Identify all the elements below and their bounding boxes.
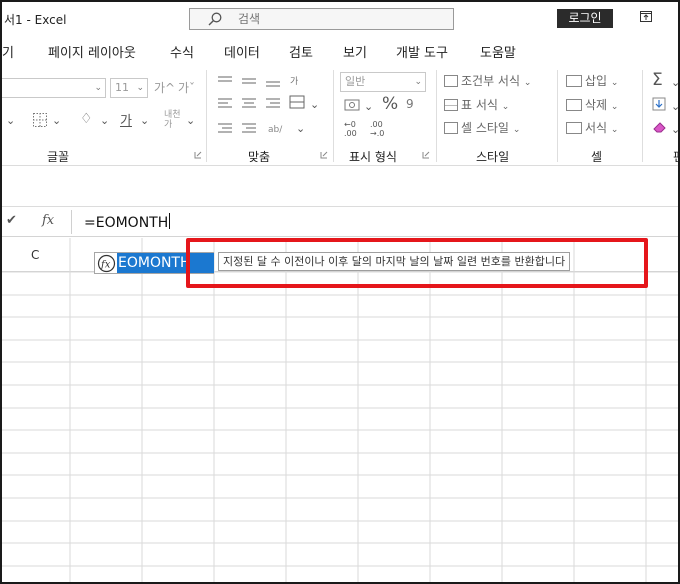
number-group-label: 표시 형식	[349, 150, 397, 164]
font-group-label: 글꼴	[47, 150, 70, 164]
fill-color-icon[interactable]: ♢	[80, 111, 93, 127]
dialog-launcher-icon[interactable]	[320, 151, 328, 159]
cell-styles-button[interactable]: 셀 스타일 ⌄	[444, 119, 520, 136]
format-label: 서식	[585, 121, 608, 135]
phonetic-guide-icon[interactable]: 내천 가	[164, 110, 181, 130]
format-as-table-button[interactable]: 표 서식 ⌄	[444, 96, 509, 113]
ribbon-tabs: 기 페이지 레이아웃 수식 데이터 검토 보기 개발 도구 도움말	[2, 34, 678, 64]
ribbon-divider	[333, 70, 334, 162]
ribbon-divider	[557, 70, 558, 162]
svg-text:가: 가	[290, 76, 298, 87]
insert-function-icon[interactable]: fx	[42, 213, 54, 228]
chevron-down-icon[interactable]: ⌄	[671, 123, 678, 136]
formula-input[interactable]: =EOMONTH	[84, 213, 171, 231]
number-format-dropdown[interactable]: 일반 ⌄	[340, 72, 426, 92]
red-highlight-box	[186, 238, 648, 288]
ribbon: ⌄ 11 ⌄ 가^ 가ˇ ⌄ ⌄ ♢ ⌄ 가 ⌄ 내천 가 ⌄ 글꼴 가 ab/…	[2, 64, 678, 166]
currency-format-icon[interactable]	[344, 98, 362, 112]
chevron-down-icon: ⌄	[94, 83, 102, 93]
format-cells-icon	[566, 122, 582, 134]
percent-icon[interactable]: %	[382, 94, 398, 114]
table-icon	[444, 99, 458, 111]
conditional-formatting-label: 조건부 서식	[461, 74, 521, 88]
text-caret	[169, 213, 171, 229]
ribbon-divider	[642, 70, 643, 162]
font-color-icon[interactable]: 가	[120, 110, 132, 129]
delete-cells-icon	[566, 99, 582, 111]
excel-window: 서1 - Excel 로그인 기 페이지 레이아웃 수식 데이터 검토 보기 개…	[0, 0, 680, 584]
chevron-down-icon[interactable]: ⌄	[52, 114, 61, 127]
tab-formulas[interactable]: 수식	[170, 42, 194, 61]
alignment-group-label: 맞춤	[248, 150, 271, 164]
chevron-down-icon[interactable]: ⌄	[140, 114, 149, 127]
insert-label: 삽입	[585, 74, 608, 88]
worksheet-grid[interactable]: C	[2, 238, 678, 582]
conditional-formatting-icon	[444, 75, 458, 87]
tab-review[interactable]: 검토	[289, 42, 313, 61]
increase-decimal-icon[interactable]: ←0.00	[344, 120, 357, 138]
grow-font-icon[interactable]: 가^	[154, 79, 175, 96]
chevron-down-icon[interactable]: ⌄	[186, 114, 195, 127]
chevron-down-icon: ⌄	[136, 83, 144, 93]
ribbon-divider	[206, 70, 207, 162]
dialog-launcher-icon[interactable]	[194, 151, 202, 159]
cells-group-label: 셀	[591, 150, 603, 164]
chevron-down-icon[interactable]: ⌄	[671, 100, 678, 113]
formula-bar: ✔ fx =EOMONTH	[2, 207, 678, 237]
shrink-font-icon[interactable]: 가ˇ	[178, 79, 195, 96]
insert-cells-icon	[566, 75, 582, 87]
dialog-launcher-icon[interactable]	[422, 151, 430, 159]
format-as-table-label: 표 서식	[461, 98, 498, 112]
window-title: 서1 - Excel	[4, 13, 67, 27]
cell-styles-label: 셀 스타일	[461, 121, 509, 135]
formula-bar-divider	[71, 210, 72, 234]
delete-cells-button[interactable]: 삭제 ⌄	[566, 96, 618, 113]
conditional-formatting-button[interactable]: 조건부 서식 ⌄	[444, 72, 531, 89]
decrease-decimal-icon[interactable]: .00 →.0	[370, 120, 384, 138]
insert-cells-button[interactable]: 삽입 ⌄	[566, 72, 618, 89]
number-format-value: 일반	[345, 75, 366, 88]
cell-styles-icon	[444, 122, 458, 134]
tab-partial[interactable]: 기	[2, 42, 14, 61]
underline-dropdown-icon[interactable]: ⌄	[6, 114, 15, 127]
font-name-dropdown[interactable]: ⌄	[2, 78, 106, 98]
chevron-down-icon[interactable]: ⌄	[296, 122, 305, 135]
enter-check-icon[interactable]: ✔	[6, 213, 17, 228]
fill-down-icon[interactable]	[652, 97, 666, 111]
tab-page-layout[interactable]: 페이지 레이아웃	[48, 42, 136, 61]
tab-data[interactable]: 데이터	[224, 42, 260, 61]
tab-view[interactable]: 보기	[343, 42, 367, 61]
font-size-dropdown[interactable]: 11 ⌄	[110, 78, 148, 98]
search-icon	[208, 12, 222, 26]
ribbon-spacer	[2, 167, 678, 207]
borders-icon[interactable]	[32, 112, 48, 128]
chevron-down-icon[interactable]: ⌄	[100, 114, 109, 127]
font-size-value: 11	[115, 81, 129, 94]
chevron-down-icon[interactable]: ⌄	[414, 73, 422, 91]
chevron-down-icon[interactable]: ⌄	[671, 76, 678, 89]
svg-text:fx: fx	[100, 260, 111, 271]
styles-group-label: 스타일	[476, 150, 510, 164]
title-bar: 서1 - Excel 로그인	[2, 2, 678, 34]
svg-text:ab/: ab/	[268, 125, 283, 135]
search-box[interactable]	[189, 8, 454, 30]
gridlines	[2, 238, 678, 582]
formula-text: =EOMONTH	[84, 215, 169, 231]
ribbon-display-icon[interactable]	[640, 11, 652, 22]
chevron-down-icon[interactable]: ⌄	[364, 100, 373, 113]
clear-eraser-icon[interactable]	[652, 120, 668, 134]
delete-label: 삭제	[585, 98, 608, 112]
search-input[interactable]	[238, 11, 438, 27]
autosum-icon[interactable]: Σ	[652, 70, 663, 90]
function-icon: fx	[97, 254, 116, 273]
format-cells-button[interactable]: 서식 ⌄	[566, 119, 618, 136]
chevron-down-icon[interactable]: ⌄	[310, 98, 319, 111]
tab-help[interactable]: 도움말	[480, 42, 516, 61]
login-button[interactable]: 로그인	[557, 9, 613, 28]
tab-developer[interactable]: 개발 도구	[396, 42, 448, 61]
comma-style-icon[interactable]: 9	[406, 97, 414, 111]
editing-group-label: 편	[673, 148, 678, 165]
ribbon-divider	[436, 70, 437, 162]
